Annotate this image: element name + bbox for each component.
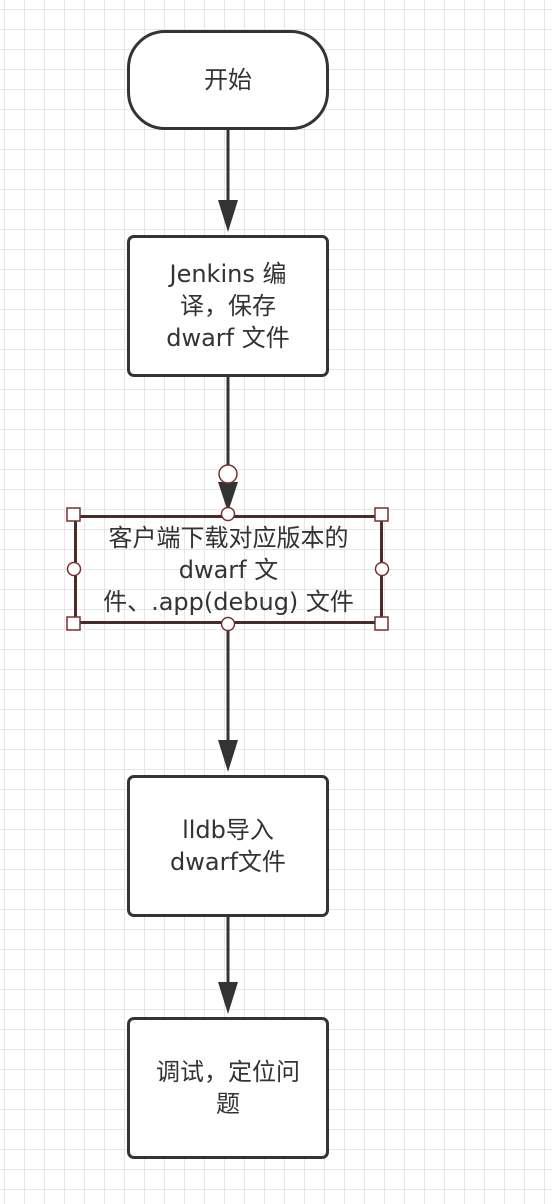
selection-overlay: [66, 464, 390, 632]
diagram-canvas: 开始 Jenkins 编 译，保存 dwarf 文件 客户端下载对应版本的 dw…: [0, 0, 552, 1204]
connection-point-left[interactable]: [66, 561, 82, 577]
connection-point-bottom[interactable]: [220, 616, 236, 632]
resize-handle-bottom-left[interactable]: [66, 616, 81, 631]
connection-point-top[interactable]: [220, 506, 236, 522]
resize-handle-bottom-right[interactable]: [374, 616, 389, 631]
edge-endpoint-handle[interactable]: [218, 464, 238, 484]
connection-point-right[interactable]: [374, 561, 390, 577]
resize-handle-top-left[interactable]: [66, 507, 81, 522]
resize-handle-top-right[interactable]: [374, 507, 389, 522]
